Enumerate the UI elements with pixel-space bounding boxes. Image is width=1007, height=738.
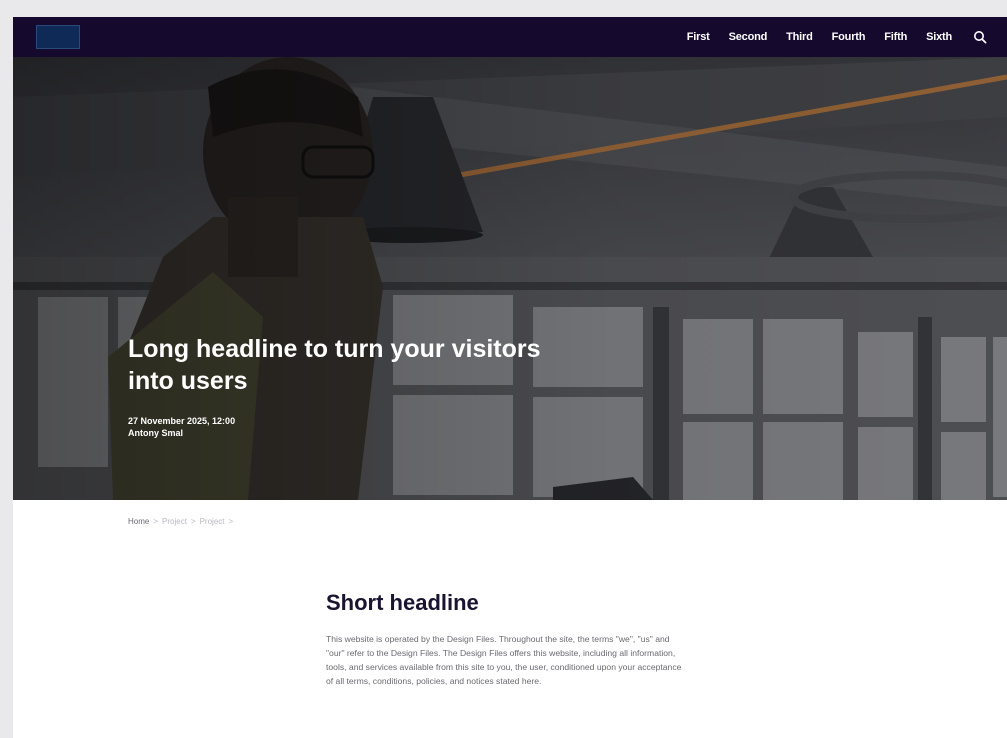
hero-author: Antony Smal (128, 428, 184, 438)
nav-link-fifth[interactable]: Fifth (884, 31, 907, 43)
breadcrumb-home[interactable]: Home (128, 517, 149, 526)
breadcrumb-item-project-1[interactable]: Project (162, 517, 187, 526)
breadcrumb: Home > Project > Project > (128, 517, 233, 526)
search-icon[interactable] (973, 30, 987, 44)
top-navbar: First Second Third Fourth Fifth Sixth (13, 17, 1007, 57)
nav-link-first[interactable]: First (687, 31, 710, 43)
nav-links: First Second Third Fourth Fifth Sixth (687, 17, 987, 57)
nav-link-fourth[interactable]: Fourth (832, 31, 866, 43)
breadcrumb-item-project-2[interactable]: Project (200, 517, 225, 526)
breadcrumb-separator: > (190, 517, 196, 526)
breadcrumb-separator: > (228, 517, 234, 526)
page-frame: First Second Third Fourth Fifth Sixth Lo… (13, 17, 1007, 738)
nav-link-second[interactable]: Second (729, 31, 768, 43)
logo[interactable] (36, 25, 80, 49)
nav-link-third[interactable]: Third (786, 31, 813, 43)
hero-date: 27 November 2025, 12:00 (128, 416, 236, 426)
content-body: This website is operated by the Design F… (326, 634, 682, 686)
content-title: Short headline (326, 590, 479, 615)
hero-meta: 27 November 2025, 12:00 Antony Smal (128, 415, 235, 439)
hero-title: Long headline to turn your visitors into… (128, 335, 541, 395)
nav-link-sixth[interactable]: Sixth (926, 31, 952, 43)
hero-banner: Long headline to turn your visitors into… (13, 57, 1007, 500)
breadcrumb-separator: > (153, 517, 159, 526)
